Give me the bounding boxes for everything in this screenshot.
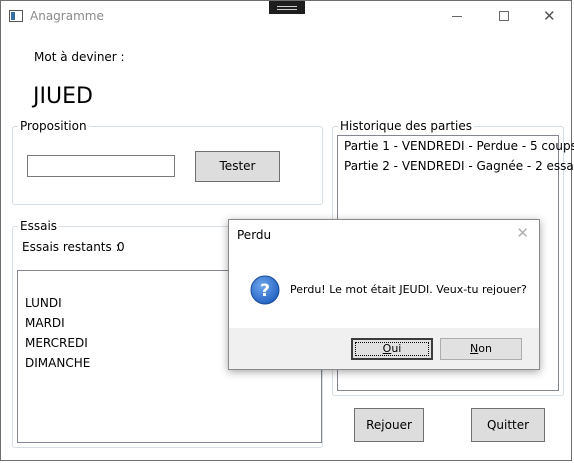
list-item: DIMANCHE (25, 356, 91, 370)
proposition-input[interactable] (27, 155, 175, 177)
essais-legend: Essais (18, 219, 60, 233)
drag-grip-icon[interactable] (269, 1, 305, 14)
dialog-title: Perdu (237, 228, 272, 242)
quit-button[interactable]: Quitter (471, 408, 545, 442)
title-bar[interactable]: Anagramme ✕ (1, 1, 573, 32)
app-icon (9, 10, 23, 22)
minimize-button[interactable] (434, 1, 480, 32)
list-item: MERCREDI (25, 336, 88, 350)
proposition-legend: Proposition (18, 119, 89, 133)
main-window: Anagramme ✕ Mot à deviner : JIUED Propos… (0, 0, 574, 461)
list-item: LUNDI (25, 296, 62, 310)
no-rest: on (478, 342, 492, 355)
maximize-button[interactable] (481, 1, 527, 32)
yes-button[interactable]: Oui (351, 338, 433, 360)
replay-button[interactable]: Rejouer (354, 408, 424, 442)
close-button[interactable]: ✕ (527, 1, 573, 32)
focus-rect (355, 342, 429, 356)
svg-text:?: ? (260, 281, 270, 301)
dialog-message: Perdu! Le mot était JEUDI. Veux-tu rejou… (290, 283, 527, 296)
dialog-footer: Oui Non (229, 328, 539, 369)
maximize-icon (499, 11, 509, 21)
minimize-icon (452, 16, 462, 17)
window-title: Anagramme (30, 9, 104, 23)
list-item[interactable]: Partie 2 - VENDREDI - Gagnée - 2 essais (344, 159, 574, 173)
remaining-attempts-label: Essais restants : (22, 240, 120, 254)
history-legend: Historique des parties (338, 119, 474, 133)
scrambled-word: JIUED (33, 84, 93, 109)
remaining-attempts-value: 0 (117, 240, 125, 254)
message-dialog: Perdu ✕ ? Perdu! Le mot était JEUDI. Veu… (228, 219, 540, 370)
word-prompt-label: Mot à deviner : (34, 50, 125, 64)
test-button[interactable]: Tester (195, 151, 280, 182)
close-icon: ✕ (543, 7, 556, 25)
list-item: MARDI (25, 316, 65, 330)
dialog-close-icon[interactable]: ✕ (516, 224, 529, 242)
list-item[interactable]: Partie 1 - VENDREDI - Perdue - 5 coups (344, 139, 574, 153)
no-button[interactable]: Non (440, 338, 522, 360)
question-icon: ? (250, 275, 280, 305)
